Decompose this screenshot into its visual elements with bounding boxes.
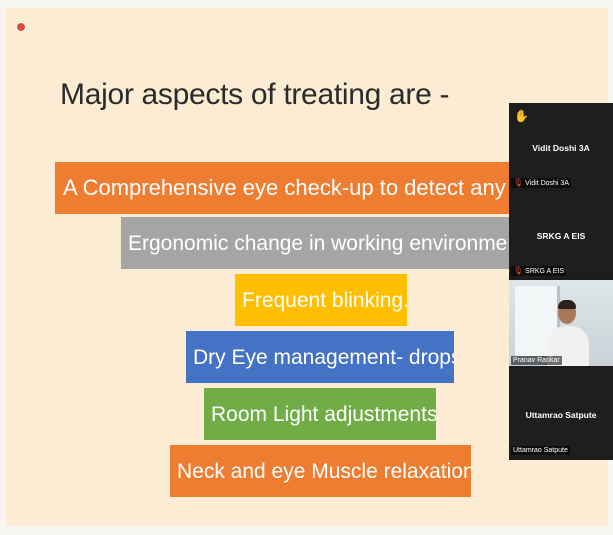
participant-name: SRKG A EIS xyxy=(536,231,586,241)
participant-label: Pranav Raokar xyxy=(511,356,562,365)
bullet-5: Room Light adjustments. xyxy=(204,388,436,440)
participant-video-tile[interactable]: Pranav Raokar xyxy=(509,280,613,366)
bullet-3: Frequent blinking. xyxy=(235,274,407,326)
bullet-2: Ergonomic change in working environment. xyxy=(121,217,517,269)
bullet-1: A Comprehensive eye check-up to detect a… xyxy=(55,162,516,214)
slide-title: Major aspects of treating are - xyxy=(60,78,450,111)
raised-hand-icon: ✋ xyxy=(514,109,529,123)
participant-label-text: SRKG A EIS xyxy=(525,267,565,275)
participant-name: Uttamrao Satpute xyxy=(525,410,597,420)
participant-tile[interactable]: ✋ Vidit Doshi 3A 🎙 Vidit Doshi 3A xyxy=(509,103,613,189)
participant-label-text: Uttamrao Satpute xyxy=(513,447,568,454)
mic-muted-icon: 🎙 xyxy=(513,266,524,275)
participant-tile[interactable]: SRKG A EIS 🎙 SRKG A EIS xyxy=(509,191,613,277)
video-person-hair xyxy=(558,300,576,309)
participant-label-text: Pranav Raokar xyxy=(513,357,560,364)
participant-label-text: Vidit Doshi 3A xyxy=(525,179,569,187)
participant-label: 🎙 Vidit Doshi 3A xyxy=(511,178,571,188)
participant-label: Uttamrao Satpute xyxy=(511,446,570,455)
bullet-4: Dry Eye management- drops. xyxy=(186,331,454,383)
participant-label: 🎙 SRKG A EIS xyxy=(511,266,567,276)
participants-panel: ✋ Vidit Doshi 3A 🎙 Vidit Doshi 3A SRKG A… xyxy=(509,103,613,460)
participant-name: Vidit Doshi 3A xyxy=(532,143,590,153)
participant-tile[interactable]: Uttamrao Satpute Uttamrao Satpute xyxy=(509,370,613,456)
bullet-6: Neck and eye Muscle relaxation. xyxy=(170,445,471,497)
mic-muted-icon: 🎙 xyxy=(513,178,524,187)
record-icon xyxy=(16,22,26,32)
